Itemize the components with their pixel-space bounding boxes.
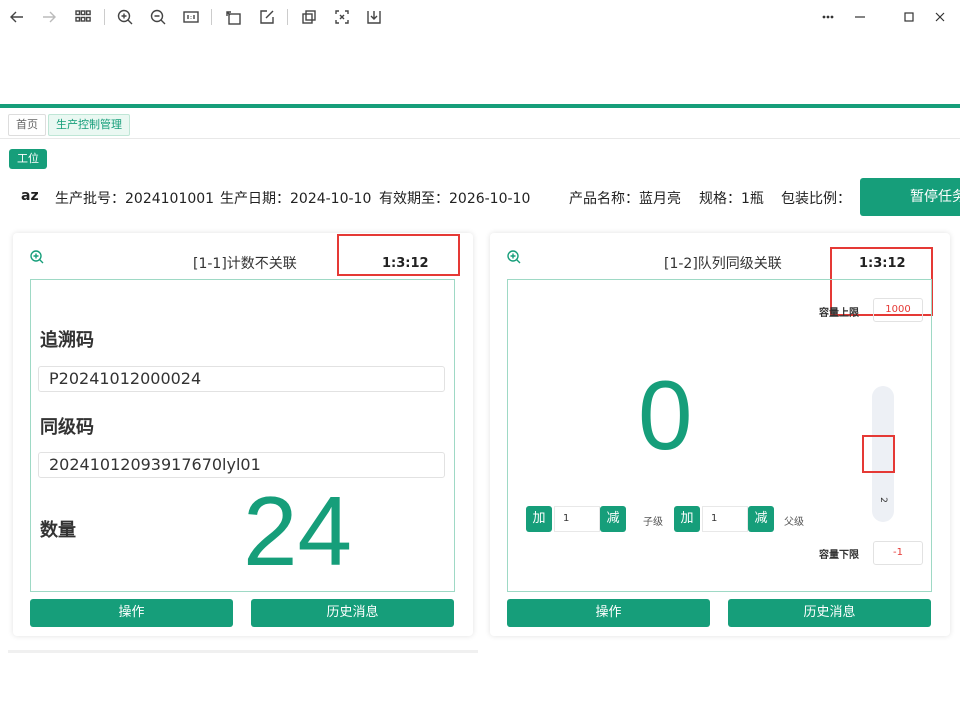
specification: 规格：1瓶 xyxy=(699,191,764,207)
zoom-in-icon[interactable] xyxy=(113,5,137,29)
child-level-label: 子级 xyxy=(643,517,663,528)
capacity-upper-field[interactable]: 1000 xyxy=(873,298,923,322)
download-icon[interactable] xyxy=(362,5,386,29)
sibling-code-label: 同级码 xyxy=(40,417,94,438)
minimize-icon[interactable] xyxy=(848,5,872,29)
sibling-code-field[interactable]: 20241012093917670lyl01 xyxy=(38,452,445,478)
header-accent-line xyxy=(0,104,960,108)
zoom-out-icon[interactable] xyxy=(146,5,170,29)
highlight-box xyxy=(862,435,895,473)
trace-code-label: 追溯码 xyxy=(40,330,94,351)
parent-subtract-button[interactable]: 减 xyxy=(748,506,774,532)
expiry-date: 有效期至：2026-10-10 xyxy=(379,191,531,207)
parent-quantity-input[interactable]: 1 xyxy=(702,506,748,532)
operate-button[interactable]: 操作 xyxy=(30,599,233,627)
viewer-toolbar xyxy=(0,0,960,34)
more-icon[interactable] xyxy=(816,5,840,29)
history-button[interactable]: 历史消息 xyxy=(728,599,931,627)
next-row-edge xyxy=(8,650,478,653)
quantity-count: 24 xyxy=(243,476,353,586)
pause-task-button[interactable]: 暂停任务 xyxy=(860,178,960,216)
card-body: 追溯码 P20241012000024 同级码 2024101209391767… xyxy=(30,279,455,592)
operate-button[interactable]: 操作 xyxy=(507,599,710,627)
child-subtract-button[interactable]: 减 xyxy=(600,506,626,532)
tab-home[interactable]: 首页 xyxy=(8,114,46,136)
history-button[interactable]: 历史消息 xyxy=(251,599,454,627)
capacity-lower-field[interactable]: -1 xyxy=(873,541,923,565)
child-quantity-input[interactable]: 1 xyxy=(554,506,600,532)
station-card-1-1: [1-1]计数不关联 1:3:12 追溯码 P20241012000024 同级… xyxy=(13,233,473,636)
station-card-1-2: [1-2]队列同级关联 1:3:12 容量上限 1000 0 2 加 1 减 子… xyxy=(490,233,950,636)
parent-add-button[interactable]: 加 xyxy=(674,506,700,532)
page-tabs: 首页 生产控制管理 xyxy=(0,112,960,139)
capacity-upper-label: 容量上限 xyxy=(819,308,859,319)
card-title: [1-1]计数不关联 xyxy=(193,256,297,272)
close-icon[interactable] xyxy=(928,5,952,29)
capacity-lower-label: 容量下限 xyxy=(819,550,859,561)
card-title: [1-2]队列同级关联 xyxy=(664,256,782,272)
production-date: 生产日期：2024-10-10 xyxy=(220,191,372,207)
parent-level-label: 父级 xyxy=(784,517,804,528)
product-name: 产品名称：蓝月亮 xyxy=(569,191,681,207)
fit-icon[interactable] xyxy=(330,5,354,29)
child-add-button[interactable]: 加 xyxy=(526,506,552,532)
queue-count: 0 xyxy=(638,360,693,470)
card-body: 容量上限 1000 0 2 加 1 减 子级 加 1 减 父级 容量下限 -1 xyxy=(507,279,932,592)
rotate-icon[interactable] xyxy=(222,5,246,29)
product-code: az xyxy=(21,188,39,204)
edit-icon[interactable] xyxy=(255,5,279,29)
batch-number: 生产批号：2024101001 xyxy=(55,191,215,207)
maximize-icon[interactable] xyxy=(897,5,921,29)
crop-icon[interactable] xyxy=(297,5,321,29)
actual-size-icon[interactable] xyxy=(179,5,203,29)
tab-production-control[interactable]: 生产控制管理 xyxy=(48,114,130,136)
quantity-label: 数量 xyxy=(40,520,76,541)
zoom-in-icon[interactable] xyxy=(506,249,522,265)
back-icon[interactable] xyxy=(5,5,29,29)
highlight-box xyxy=(337,234,460,276)
zoom-in-icon[interactable] xyxy=(29,249,45,265)
trace-code-field[interactable]: P20241012000024 xyxy=(38,366,445,392)
production-info: az 生产批号：2024101001 生产日期：2024-10-10 有效期至：… xyxy=(0,178,960,216)
slider-value[interactable]: 2 xyxy=(875,492,891,508)
grid-icon[interactable] xyxy=(71,5,95,29)
packing-ratio-label: 包装比例： xyxy=(781,191,851,207)
forward-icon[interactable] xyxy=(37,5,61,29)
station-tag[interactable]: 工位 xyxy=(9,149,47,169)
